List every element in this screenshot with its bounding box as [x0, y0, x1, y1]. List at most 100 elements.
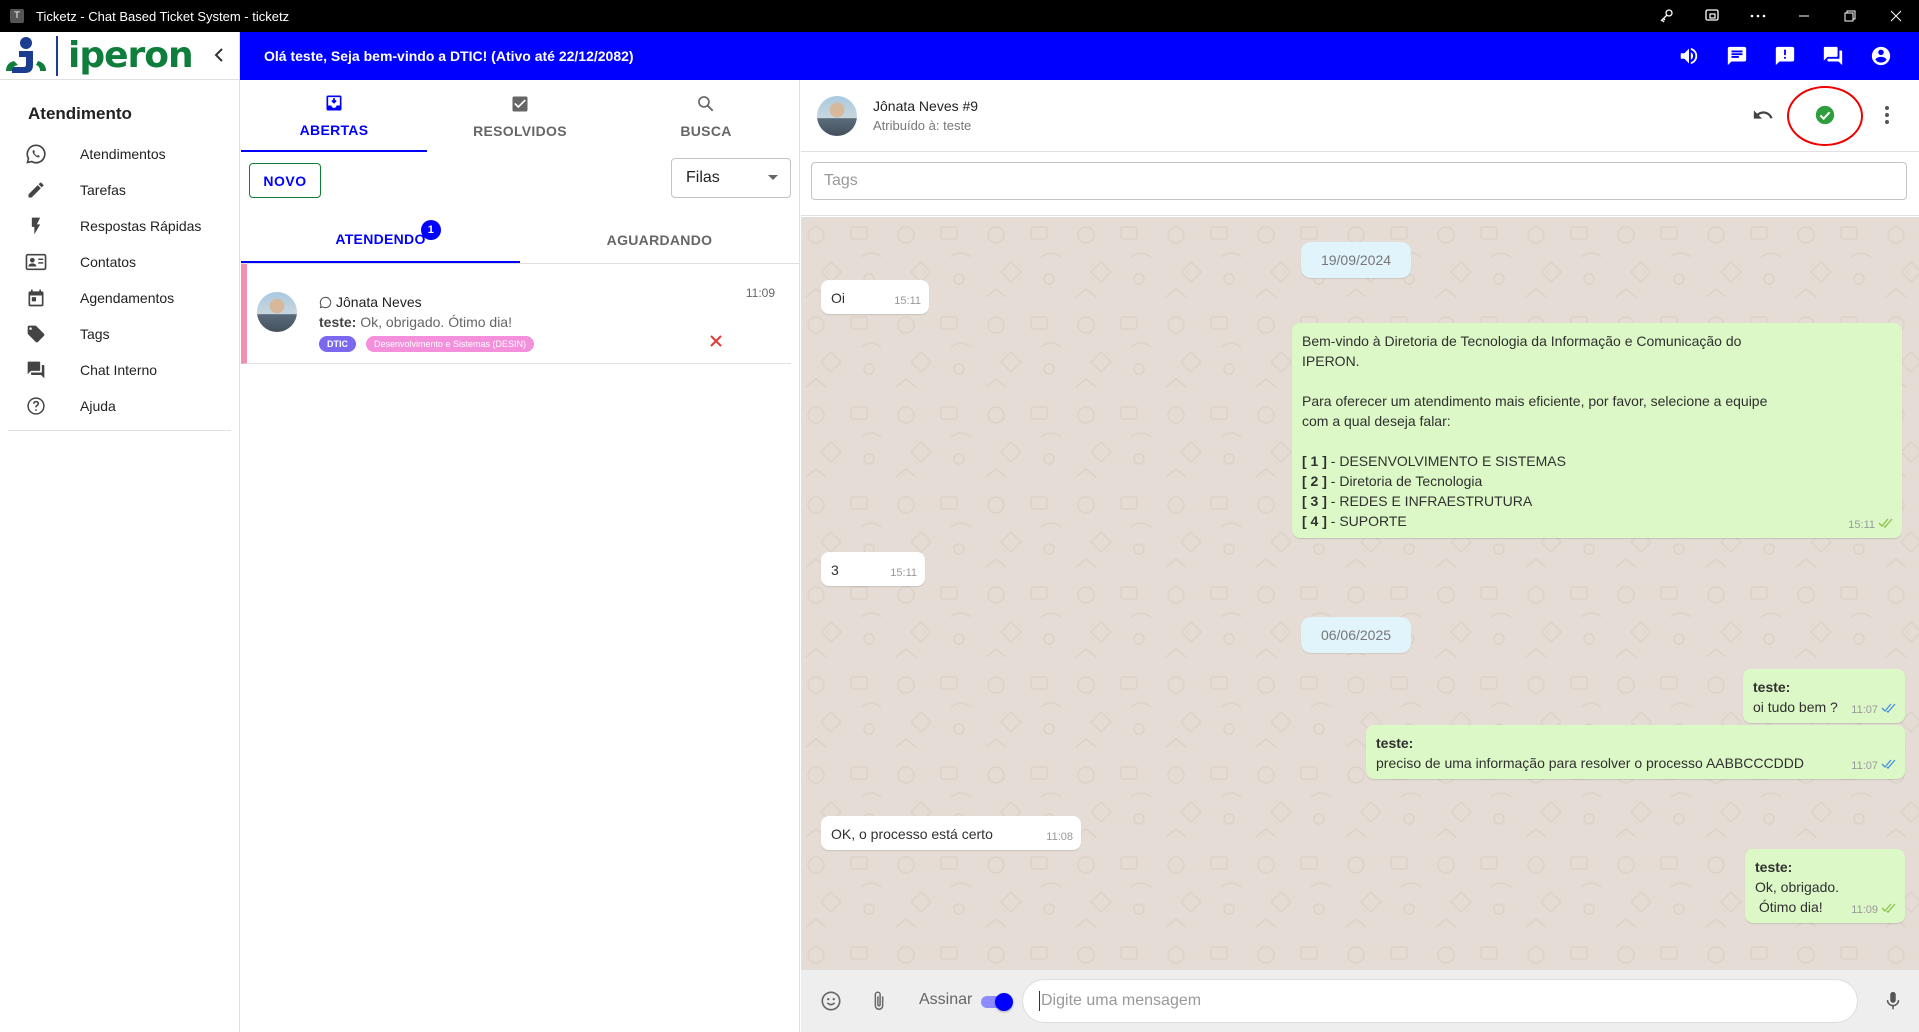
- message-time: 15:11: [890, 567, 917, 579]
- key-icon[interactable]: [1643, 0, 1689, 32]
- sidebar-item-atendimentos[interactable]: Atendimentos: [0, 136, 239, 172]
- more-vertical-icon: [1885, 105, 1889, 127]
- ticket-list-item[interactable]: Jônata Neves 11:09 teste: Ok, obrigado. …: [241, 264, 791, 364]
- toggle-knob: [995, 993, 1013, 1011]
- message-composer: Assinar Digite uma mensagem: [801, 969, 1919, 1032]
- minimize-icon[interactable]: [1781, 0, 1827, 32]
- close-ticket-icon[interactable]: [709, 332, 723, 353]
- message-line: Bem-vindo à Diretoria de Tecnologia da I…: [1302, 333, 1742, 349]
- tag-icon: [24, 322, 48, 346]
- restore-icon[interactable]: [1827, 0, 1873, 32]
- queue-select[interactable]: Filas: [671, 158, 791, 198]
- option-number: [ 3 ]: [1302, 493, 1327, 509]
- double-check-icon: [1881, 900, 1897, 920]
- message-bubble-outgoing[interactable]: teste: Ok, obrigado. Ótimo dia! 11:09: [1745, 849, 1905, 923]
- tab-label: ABERTAS: [299, 121, 369, 138]
- forum-icon: [24, 358, 48, 382]
- search-icon: [696, 94, 716, 117]
- sidebar-item-ajuda[interactable]: Ajuda: [0, 388, 239, 424]
- message-line: Ok, obrigado.: [1755, 879, 1840, 895]
- sidebar-item-label: Tarefas: [80, 182, 126, 198]
- option-number: [ 1 ]: [1302, 453, 1327, 469]
- message-input-placeholder: Digite uma mensagem: [1041, 992, 1202, 1009]
- announcement-icon[interactable]: [1761, 32, 1809, 80]
- sidebar-item-agendamentos[interactable]: Agendamentos: [0, 280, 239, 316]
- subtab-label: AGUARDANDO: [606, 231, 713, 248]
- text-caret: [1039, 991, 1040, 1011]
- tickets-panel: ABERTAS RESOLVIDOS BUSCA NOVO Filas ATEN…: [241, 80, 1007, 1032]
- window-title: Ticketz - Chat Based Ticket System - tic…: [36, 8, 290, 24]
- ticket-contact: Jônata Neves: [319, 294, 422, 310]
- message-line: Para oferecer um atendimento mais eficie…: [1302, 393, 1768, 409]
- close-window-icon[interactable]: [1873, 0, 1919, 32]
- message-time: 11:07: [1851, 704, 1878, 716]
- logo-row: iperon: [0, 32, 239, 80]
- avatar[interactable]: [817, 96, 857, 136]
- forum-icon[interactable]: [1809, 32, 1857, 80]
- ticket-last-text: Ok, obrigado. Ótimo dia!: [360, 314, 512, 330]
- more-horizontal-icon[interactable]: [1735, 0, 1781, 32]
- sidebar-item-chat-interno[interactable]: Chat Interno: [0, 352, 239, 388]
- message-bubble-incoming[interactable]: Oi 15:11: [821, 280, 929, 314]
- message-bubble-outgoing[interactable]: teste: oi tudo bem ? 11:07: [1743, 669, 1905, 723]
- logo-text: iperon: [68, 34, 194, 76]
- message-input[interactable]: Digite uma mensagem: [1022, 979, 1858, 1023]
- option-text: - DESENVOLVIMENTO E SISTEMAS: [1326, 453, 1566, 469]
- subtab-label: ATENDENDO: [335, 230, 426, 247]
- attach-button[interactable]: [867, 990, 891, 1014]
- sidebar-item-label: Atendimentos: [80, 146, 166, 162]
- sidebar-item-respostas-rapidas[interactable]: Respostas Rápidas: [0, 208, 239, 244]
- more-options-button[interactable]: [1865, 94, 1909, 138]
- microphone-icon: [1885, 990, 1901, 1015]
- message-status: 11:07: [1851, 700, 1897, 720]
- undo-return-button[interactable]: [1741, 94, 1785, 138]
- option-text: - REDES E INFRAESTRUTURA: [1326, 493, 1533, 509]
- sidebar-item-label: Agendamentos: [80, 290, 175, 306]
- emoji-icon: [820, 990, 842, 1015]
- message-time: 11:09: [1851, 904, 1878, 916]
- subtab-atendendo[interactable]: ATENDENDO 1: [241, 216, 520, 263]
- message-bubble-incoming[interactable]: 3 15:11: [821, 552, 925, 586]
- tags-input[interactable]: Tags: [811, 162, 1907, 200]
- message-sender: teste:: [1376, 735, 1414, 751]
- tag-chip: DTIC: [319, 336, 356, 352]
- message-text: OK, o processo está certo: [831, 826, 993, 842]
- avatar: [257, 292, 297, 332]
- collapse-sidebar-button[interactable]: [213, 44, 225, 68]
- chat-bubble-icon[interactable]: [1713, 32, 1761, 80]
- messages-area[interactable]: 19/09/2024 Oi 15:11 Bem-vindo à Diretori…: [801, 217, 1919, 969]
- chevron-down-icon: [768, 175, 778, 180]
- record-audio-button[interactable]: [1881, 990, 1905, 1014]
- message-sender: teste:: [1755, 859, 1793, 875]
- iperon-logo-icon: [4, 35, 52, 77]
- sidebar: iperon Atendimento Atendimentos Tarefas …: [0, 32, 240, 1032]
- option-text: - Diretoria de Tecnologia: [1326, 473, 1483, 489]
- tab-abertas[interactable]: ABERTAS: [241, 80, 427, 152]
- calendar-icon: [24, 286, 48, 310]
- resolve-ticket-button[interactable]: [1785, 84, 1865, 148]
- whatsapp-icon: [319, 296, 332, 309]
- sign-toggle[interactable]: [981, 993, 1013, 1011]
- double-check-icon: [1881, 700, 1897, 720]
- message-bubble-outgoing[interactable]: Bem-vindo à Diretoria de Tecnologia da I…: [1292, 323, 1902, 538]
- message-bubble-outgoing[interactable]: teste: preciso de uma informação para re…: [1366, 725, 1905, 779]
- sidebar-section-title: Atendimento: [28, 104, 132, 123]
- tab-busca[interactable]: BUSCA: [613, 80, 799, 152]
- message-status: 11:07: [1851, 756, 1897, 776]
- subtab-aguardando[interactable]: AGUARDANDO 1: [520, 216, 1007, 263]
- cast-icon[interactable]: [1689, 0, 1735, 32]
- emoji-button[interactable]: [819, 990, 843, 1014]
- sidebar-item-tarefas[interactable]: Tarefas: [0, 172, 239, 208]
- chat-contact-name[interactable]: Jônata Neves #9: [873, 98, 978, 114]
- sidebar-item-label: Chat Interno: [80, 362, 158, 378]
- new-ticket-button[interactable]: NOVO: [249, 163, 321, 198]
- tab-resolvidos[interactable]: RESOLVIDOS: [427, 80, 613, 152]
- volume-icon[interactable]: [1665, 32, 1713, 80]
- message-bubble-incoming[interactable]: OK, o processo está certo 11:08: [821, 816, 1081, 850]
- ticket-subtabs: ATENDENDO 1 AGUARDANDO 1: [241, 216, 1007, 264]
- sidebar-item-contatos[interactable]: Contatos: [0, 244, 239, 280]
- chat-assigned-to: Atribuído à: teste: [873, 118, 972, 133]
- account-circle-icon[interactable]: [1857, 32, 1905, 80]
- sidebar-item-tags[interactable]: Tags: [0, 316, 239, 352]
